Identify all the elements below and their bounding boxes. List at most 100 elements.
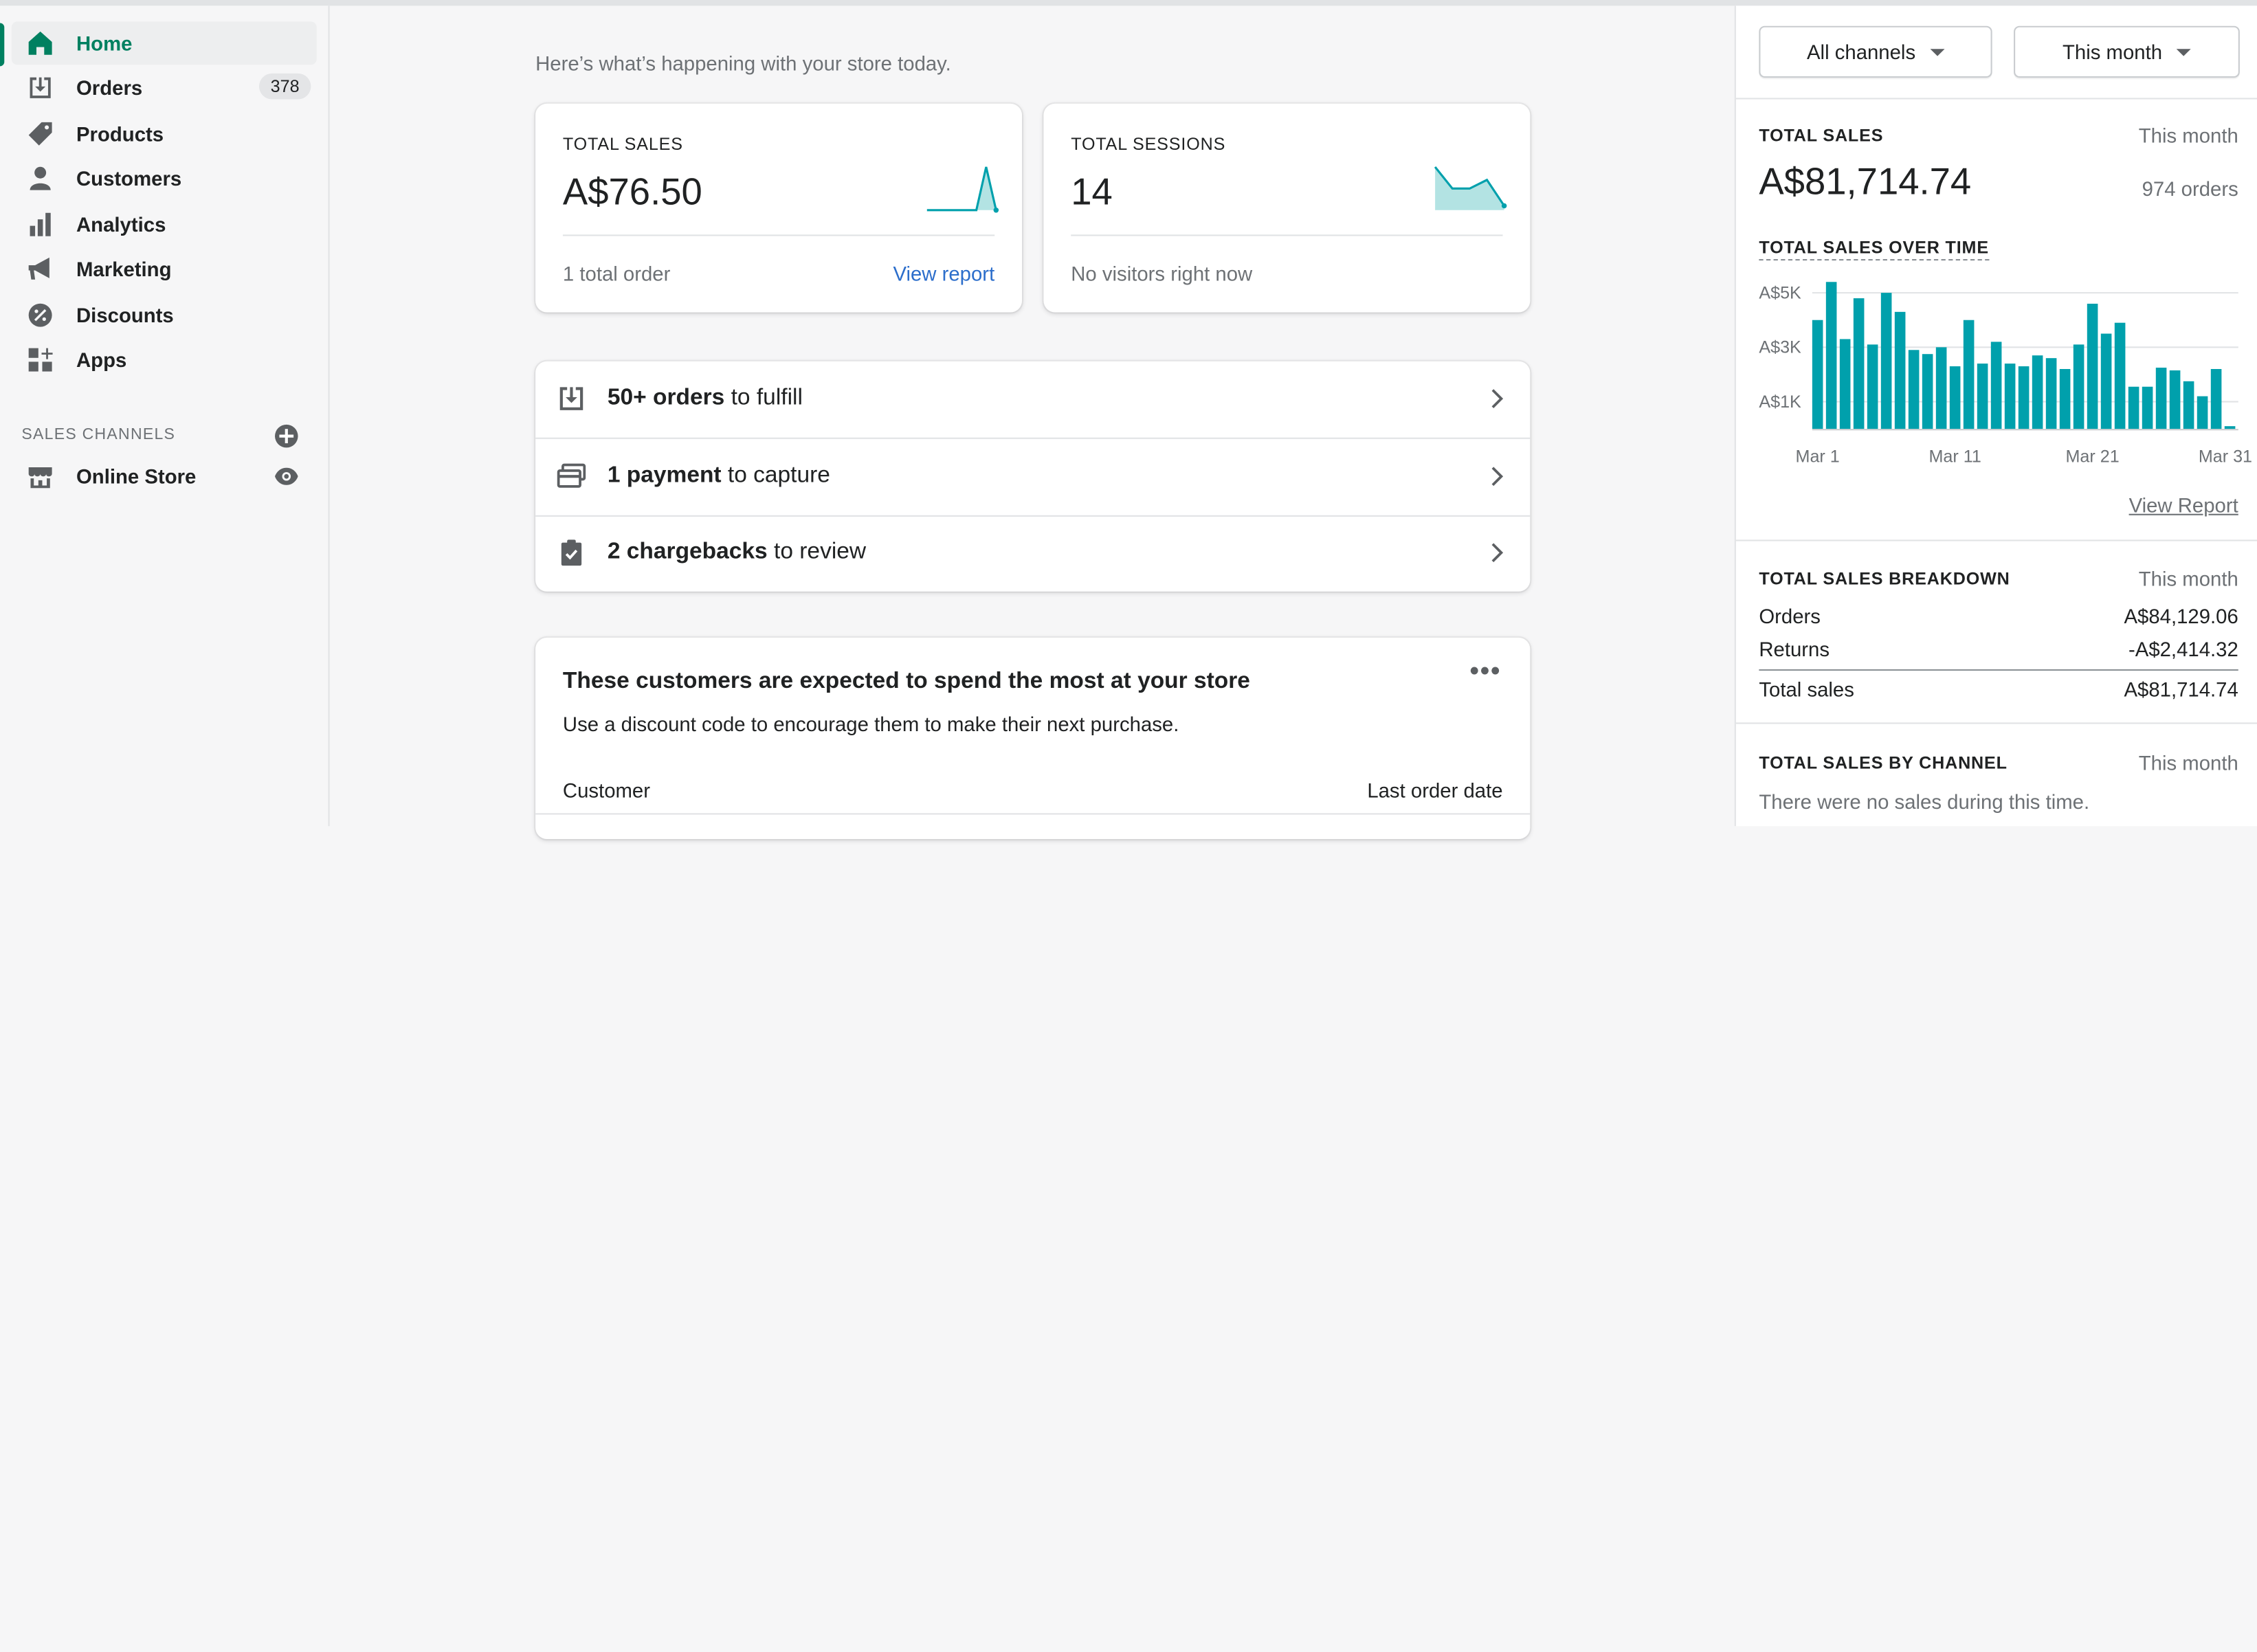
sidebar-item-discounts[interactable]: Discounts bbox=[12, 293, 317, 337]
chart-bar[interactable] bbox=[2087, 303, 2098, 429]
sidebar-item-label: Home bbox=[76, 32, 133, 55]
sidebar-item-customers[interactable]: Customers bbox=[12, 157, 317, 200]
chart-bar[interactable] bbox=[2155, 368, 2167, 429]
by-channel-empty-text: There were no sales during this time. bbox=[1759, 790, 2090, 814]
home-icon bbox=[26, 29, 55, 58]
chart-bar[interactable] bbox=[2045, 358, 2057, 429]
breakdown-row-total: Total sales A$81,714.74 bbox=[1759, 678, 2238, 701]
chart-bar[interactable] bbox=[1894, 311, 1906, 429]
chart-bar[interactable] bbox=[2032, 355, 2043, 429]
tag-icon bbox=[26, 120, 55, 148]
chart-bar[interactable] bbox=[1853, 298, 1865, 429]
chart-bar[interactable] bbox=[1935, 347, 1947, 429]
chart-bar[interactable] bbox=[1825, 282, 1837, 429]
total-sales-value: A$81,714.74 bbox=[1759, 159, 1972, 203]
sidebar: Home Orders 378 Products Customers Analy… bbox=[0, 5, 330, 827]
todo-row-fulfill[interactable]: 50+ orders to fulfill bbox=[535, 361, 1531, 439]
card-value: 14 bbox=[1071, 170, 1113, 213]
x-tick-label: Mar 31 bbox=[2199, 447, 2252, 466]
person-icon bbox=[26, 164, 55, 193]
orders-count-badge: 378 bbox=[258, 73, 311, 100]
chart-bar[interactable] bbox=[2128, 386, 2139, 429]
chart-bar[interactable] bbox=[2224, 426, 2236, 429]
sidebar-item-marketing[interactable]: Marketing bbox=[12, 247, 317, 291]
sidebar-item-online-store[interactable]: Online Store bbox=[12, 455, 317, 498]
last-order-date-column-header: Last order date bbox=[1367, 779, 1503, 802]
breakdown-label: TOTAL SALES BREAKDOWN bbox=[1759, 568, 2010, 589]
chart-bar[interactable] bbox=[1867, 344, 1878, 429]
chevron-right-icon bbox=[1491, 389, 1504, 409]
todo-card: 50+ orders to fulfill 1 payment to captu… bbox=[535, 361, 1531, 592]
bar-chart-icon bbox=[26, 210, 55, 239]
chart-bar[interactable] bbox=[2169, 370, 2181, 429]
chart-bar[interactable] bbox=[2142, 386, 2153, 429]
channels-select[interactable]: All channels bbox=[1759, 25, 1992, 78]
chart-bar[interactable] bbox=[2100, 333, 2112, 429]
sales-over-time-chart: A$5K A$3K A$1K Mar 1 Mar 11 Mar 21 Mar 31 bbox=[1759, 282, 2252, 466]
card-title: TOTAL SESSIONS bbox=[1071, 133, 1226, 155]
chart-bar[interactable] bbox=[1922, 354, 1933, 429]
payment-icon bbox=[557, 463, 586, 488]
customer-column-header: Customer bbox=[562, 779, 651, 802]
by-channel-label: TOTAL SALES BY CHANNEL bbox=[1759, 752, 2008, 773]
y-tick-label: A$3K bbox=[1759, 338, 1801, 357]
eye-icon[interactable] bbox=[275, 467, 298, 493]
chevron-right-icon bbox=[1491, 543, 1504, 563]
chart-bar[interactable] bbox=[2197, 396, 2208, 429]
store-icon bbox=[26, 462, 55, 491]
todo-text: 2 chargebacks to review bbox=[607, 539, 867, 565]
chart-bar[interactable] bbox=[2183, 381, 2194, 429]
chart-bar[interactable] bbox=[1949, 366, 1961, 429]
sidebar-item-products[interactable]: Products bbox=[12, 112, 317, 155]
sidebar-item-label: Customers bbox=[76, 166, 182, 190]
add-channel-icon[interactable] bbox=[275, 424, 298, 448]
chart-bar[interactable] bbox=[1839, 339, 1851, 429]
discount-icon bbox=[26, 301, 55, 330]
total-sales-card: TOTAL SALES A$76.50 1 total order View r… bbox=[535, 103, 1023, 313]
orders-icon bbox=[26, 74, 55, 102]
sales-channels-heading: SALES CHANNELS bbox=[21, 425, 176, 444]
chart-bar[interactable] bbox=[2059, 369, 2071, 429]
sidebar-item-analytics[interactable]: Analytics bbox=[12, 203, 317, 246]
breakdown-row-returns: Returns -A$2,414.32 bbox=[1759, 637, 2238, 661]
chart-bar[interactable] bbox=[1880, 293, 1892, 429]
clipboard-icon bbox=[561, 539, 582, 566]
sidebar-item-label: Apps bbox=[76, 348, 127, 372]
x-tick-label: Mar 11 bbox=[1928, 447, 1981, 466]
todo-row-capture[interactable]: 1 payment to capture bbox=[535, 439, 1531, 517]
chart-bar[interactable] bbox=[2114, 322, 2126, 429]
chart-bar[interactable] bbox=[1977, 364, 1988, 429]
chart-bar[interactable] bbox=[1990, 342, 2002, 429]
orders-icon bbox=[559, 387, 583, 410]
chart-bar[interactable] bbox=[1908, 350, 1920, 429]
top-customers-card: These customers are expected to spend th… bbox=[535, 637, 1531, 840]
orders-count: 974 orders bbox=[2142, 177, 2238, 201]
y-tick-label: A$1K bbox=[1759, 392, 1801, 412]
sidebar-item-home[interactable]: Home bbox=[11, 21, 317, 65]
chart-bar[interactable] bbox=[1963, 320, 1975, 429]
total-sessions-card: TOTAL SESSIONS 14 No visitors right now bbox=[1043, 103, 1531, 313]
chart-bar[interactable] bbox=[1812, 320, 1823, 429]
card-subtitle: Use a discount code to encourage them to… bbox=[562, 712, 1179, 736]
breakdown-period: This month bbox=[2138, 567, 2238, 590]
chart-bar[interactable] bbox=[2018, 366, 2030, 429]
todo-row-chargebacks[interactable]: 2 chargebacks to review bbox=[535, 515, 1530, 592]
total-sales-label: TOTAL SALES bbox=[1759, 125, 1884, 146]
sidebar-item-orders[interactable]: Orders 378 bbox=[12, 66, 317, 109]
analytics-panel: All channels This month TOTAL SALES This… bbox=[1734, 5, 2257, 827]
period-select[interactable]: This month bbox=[2014, 25, 2240, 78]
card-value: A$76.50 bbox=[562, 170, 702, 213]
card-footer: 1 total order bbox=[562, 262, 671, 285]
card-title: TOTAL SALES bbox=[562, 133, 683, 155]
chart-bar[interactable] bbox=[2004, 364, 2016, 429]
chart-bar[interactable] bbox=[2073, 344, 2084, 429]
sidebar-item-label: Orders bbox=[76, 76, 143, 100]
sidebar-item-label: Online Store bbox=[76, 465, 197, 489]
breakdown-row-orders: Orders A$84,129.06 bbox=[1759, 604, 2238, 628]
view-report-link[interactable]: View Report bbox=[2129, 493, 2238, 517]
view-report-link[interactable]: View report bbox=[893, 262, 994, 285]
more-actions-button[interactable]: ••• bbox=[1470, 656, 1502, 687]
chart-bar[interactable] bbox=[2210, 369, 2222, 429]
sidebar-item-label: Products bbox=[76, 122, 164, 146]
sidebar-item-apps[interactable]: Apps bbox=[12, 338, 317, 381]
